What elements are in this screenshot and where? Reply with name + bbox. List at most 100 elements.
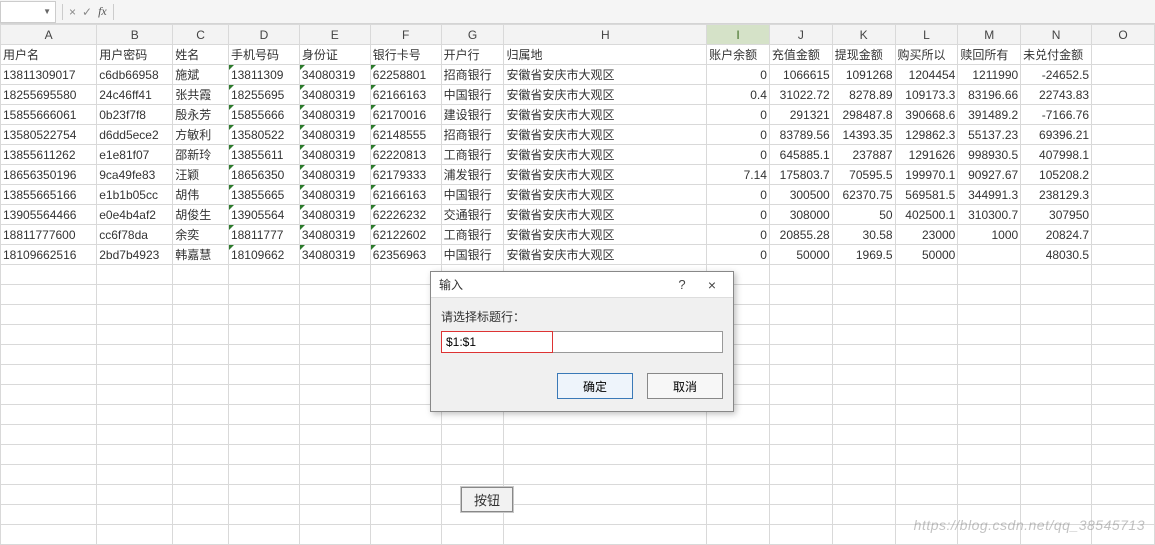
cell[interactable]: 62148555 [370, 125, 441, 145]
header-cell[interactable]: 用户密码 [97, 45, 173, 65]
cell[interactable] [769, 505, 832, 525]
cell[interactable] [173, 345, 229, 365]
cell[interactable]: 390668.6 [895, 105, 958, 125]
cell[interactable] [228, 445, 299, 465]
help-icon[interactable]: ? [667, 277, 697, 292]
cell[interactable]: 18255695580 [1, 85, 97, 105]
header-cell[interactable]: 用户名 [1, 45, 97, 65]
cell[interactable]: 34080319 [299, 125, 370, 145]
cell[interactable]: 安徽省安庆市大观区 [504, 145, 707, 165]
cell[interactable]: 83196.66 [958, 85, 1021, 105]
cell[interactable] [1021, 265, 1092, 285]
cell[interactable] [1092, 85, 1155, 105]
cell[interactable] [1092, 125, 1155, 145]
cell[interactable]: 邵新玲 [173, 145, 229, 165]
cell[interactable] [173, 265, 229, 285]
cell[interactable]: 9ca49fe83 [97, 165, 173, 185]
cell[interactable] [97, 485, 173, 505]
cell[interactable]: 34080319 [299, 185, 370, 205]
cell[interactable] [707, 505, 770, 525]
column-header[interactable]: G [441, 25, 504, 45]
cell[interactable] [228, 465, 299, 485]
cell[interactable]: 83789.56 [769, 125, 832, 145]
cell[interactable] [1021, 505, 1092, 525]
cell[interactable] [504, 525, 707, 545]
cell[interactable] [1021, 305, 1092, 325]
cell[interactable] [1092, 185, 1155, 205]
cell[interactable]: 浦发银行 [441, 165, 504, 185]
column-header[interactable]: A [1, 25, 97, 45]
cell[interactable]: 105208.2 [1021, 165, 1092, 185]
cell[interactable]: 建设银行 [441, 105, 504, 125]
cell[interactable] [1092, 385, 1155, 405]
cell[interactable]: 安徽省安庆市大观区 [504, 105, 707, 125]
cell[interactable]: 18109662 [228, 245, 299, 265]
cell[interactable] [97, 285, 173, 305]
cell[interactable] [832, 305, 895, 325]
header-cell[interactable]: 姓名 [173, 45, 229, 65]
cell[interactable] [299, 305, 370, 325]
cell[interactable] [895, 285, 958, 305]
cell[interactable] [1, 465, 97, 485]
cell[interactable]: 18811777 [228, 225, 299, 245]
cell[interactable]: 34080319 [299, 225, 370, 245]
cell[interactable] [832, 485, 895, 505]
cell[interactable]: 0 [707, 105, 770, 125]
cell[interactable]: 62258801 [370, 65, 441, 85]
cell[interactable]: 62220813 [370, 145, 441, 165]
cell[interactable] [97, 265, 173, 285]
cell[interactable] [769, 345, 832, 365]
cell[interactable] [895, 385, 958, 405]
cell[interactable]: 62226232 [370, 205, 441, 225]
cell[interactable] [707, 525, 770, 545]
cell[interactable]: 安徽省安庆市大观区 [504, 125, 707, 145]
cell[interactable]: 0 [707, 65, 770, 85]
cell[interactable] [958, 265, 1021, 285]
cell[interactable] [299, 365, 370, 385]
cell[interactable]: 31022.72 [769, 85, 832, 105]
column-header[interactable]: B [97, 25, 173, 45]
cell[interactable] [1, 305, 97, 325]
cell[interactable] [1, 505, 97, 525]
cell[interactable]: 方敏利 [173, 125, 229, 145]
cell[interactable] [228, 405, 299, 425]
cell[interactable]: 1204454 [895, 65, 958, 85]
cell[interactable]: 18656350 [228, 165, 299, 185]
cell[interactable]: 15855666061 [1, 105, 97, 125]
cell[interactable]: 998930.5 [958, 145, 1021, 165]
cell[interactable] [1092, 245, 1155, 265]
cell[interactable] [441, 465, 504, 485]
cell[interactable] [958, 385, 1021, 405]
cell[interactable]: 18109662516 [1, 245, 97, 265]
cell[interactable] [97, 325, 173, 345]
cell[interactable] [97, 405, 173, 425]
cell[interactable] [173, 505, 229, 525]
cell[interactable] [895, 445, 958, 465]
cell[interactable]: 62166163 [370, 85, 441, 105]
cell[interactable]: 1066615 [769, 65, 832, 85]
cell[interactable]: e0e4b4af2 [97, 205, 173, 225]
cell[interactable]: 18255695 [228, 85, 299, 105]
cell[interactable] [1092, 105, 1155, 125]
cell[interactable] [1021, 285, 1092, 305]
cell[interactable]: 20824.7 [1021, 225, 1092, 245]
cancel-formula-icon[interactable]: × [69, 5, 76, 19]
cell[interactable] [1092, 445, 1155, 465]
cell[interactable] [1092, 365, 1155, 385]
cell[interactable]: 13811309 [228, 65, 299, 85]
cell[interactable]: 13580522 [228, 125, 299, 145]
cell[interactable]: d6dd5ece2 [97, 125, 173, 145]
cell[interactable]: 安徽省安庆市大观区 [504, 85, 707, 105]
cell[interactable] [228, 365, 299, 385]
cell[interactable] [895, 305, 958, 325]
cell[interactable] [958, 365, 1021, 385]
column-header[interactable]: M [958, 25, 1021, 45]
cell[interactable]: 34080319 [299, 85, 370, 105]
cell[interactable] [1021, 345, 1092, 365]
column-header[interactable]: O [1092, 25, 1155, 45]
cell[interactable] [1092, 405, 1155, 425]
cell[interactable] [97, 365, 173, 385]
cell[interactable]: 199970.1 [895, 165, 958, 185]
cell[interactable]: 34080319 [299, 245, 370, 265]
cell[interactable]: 34080319 [299, 65, 370, 85]
